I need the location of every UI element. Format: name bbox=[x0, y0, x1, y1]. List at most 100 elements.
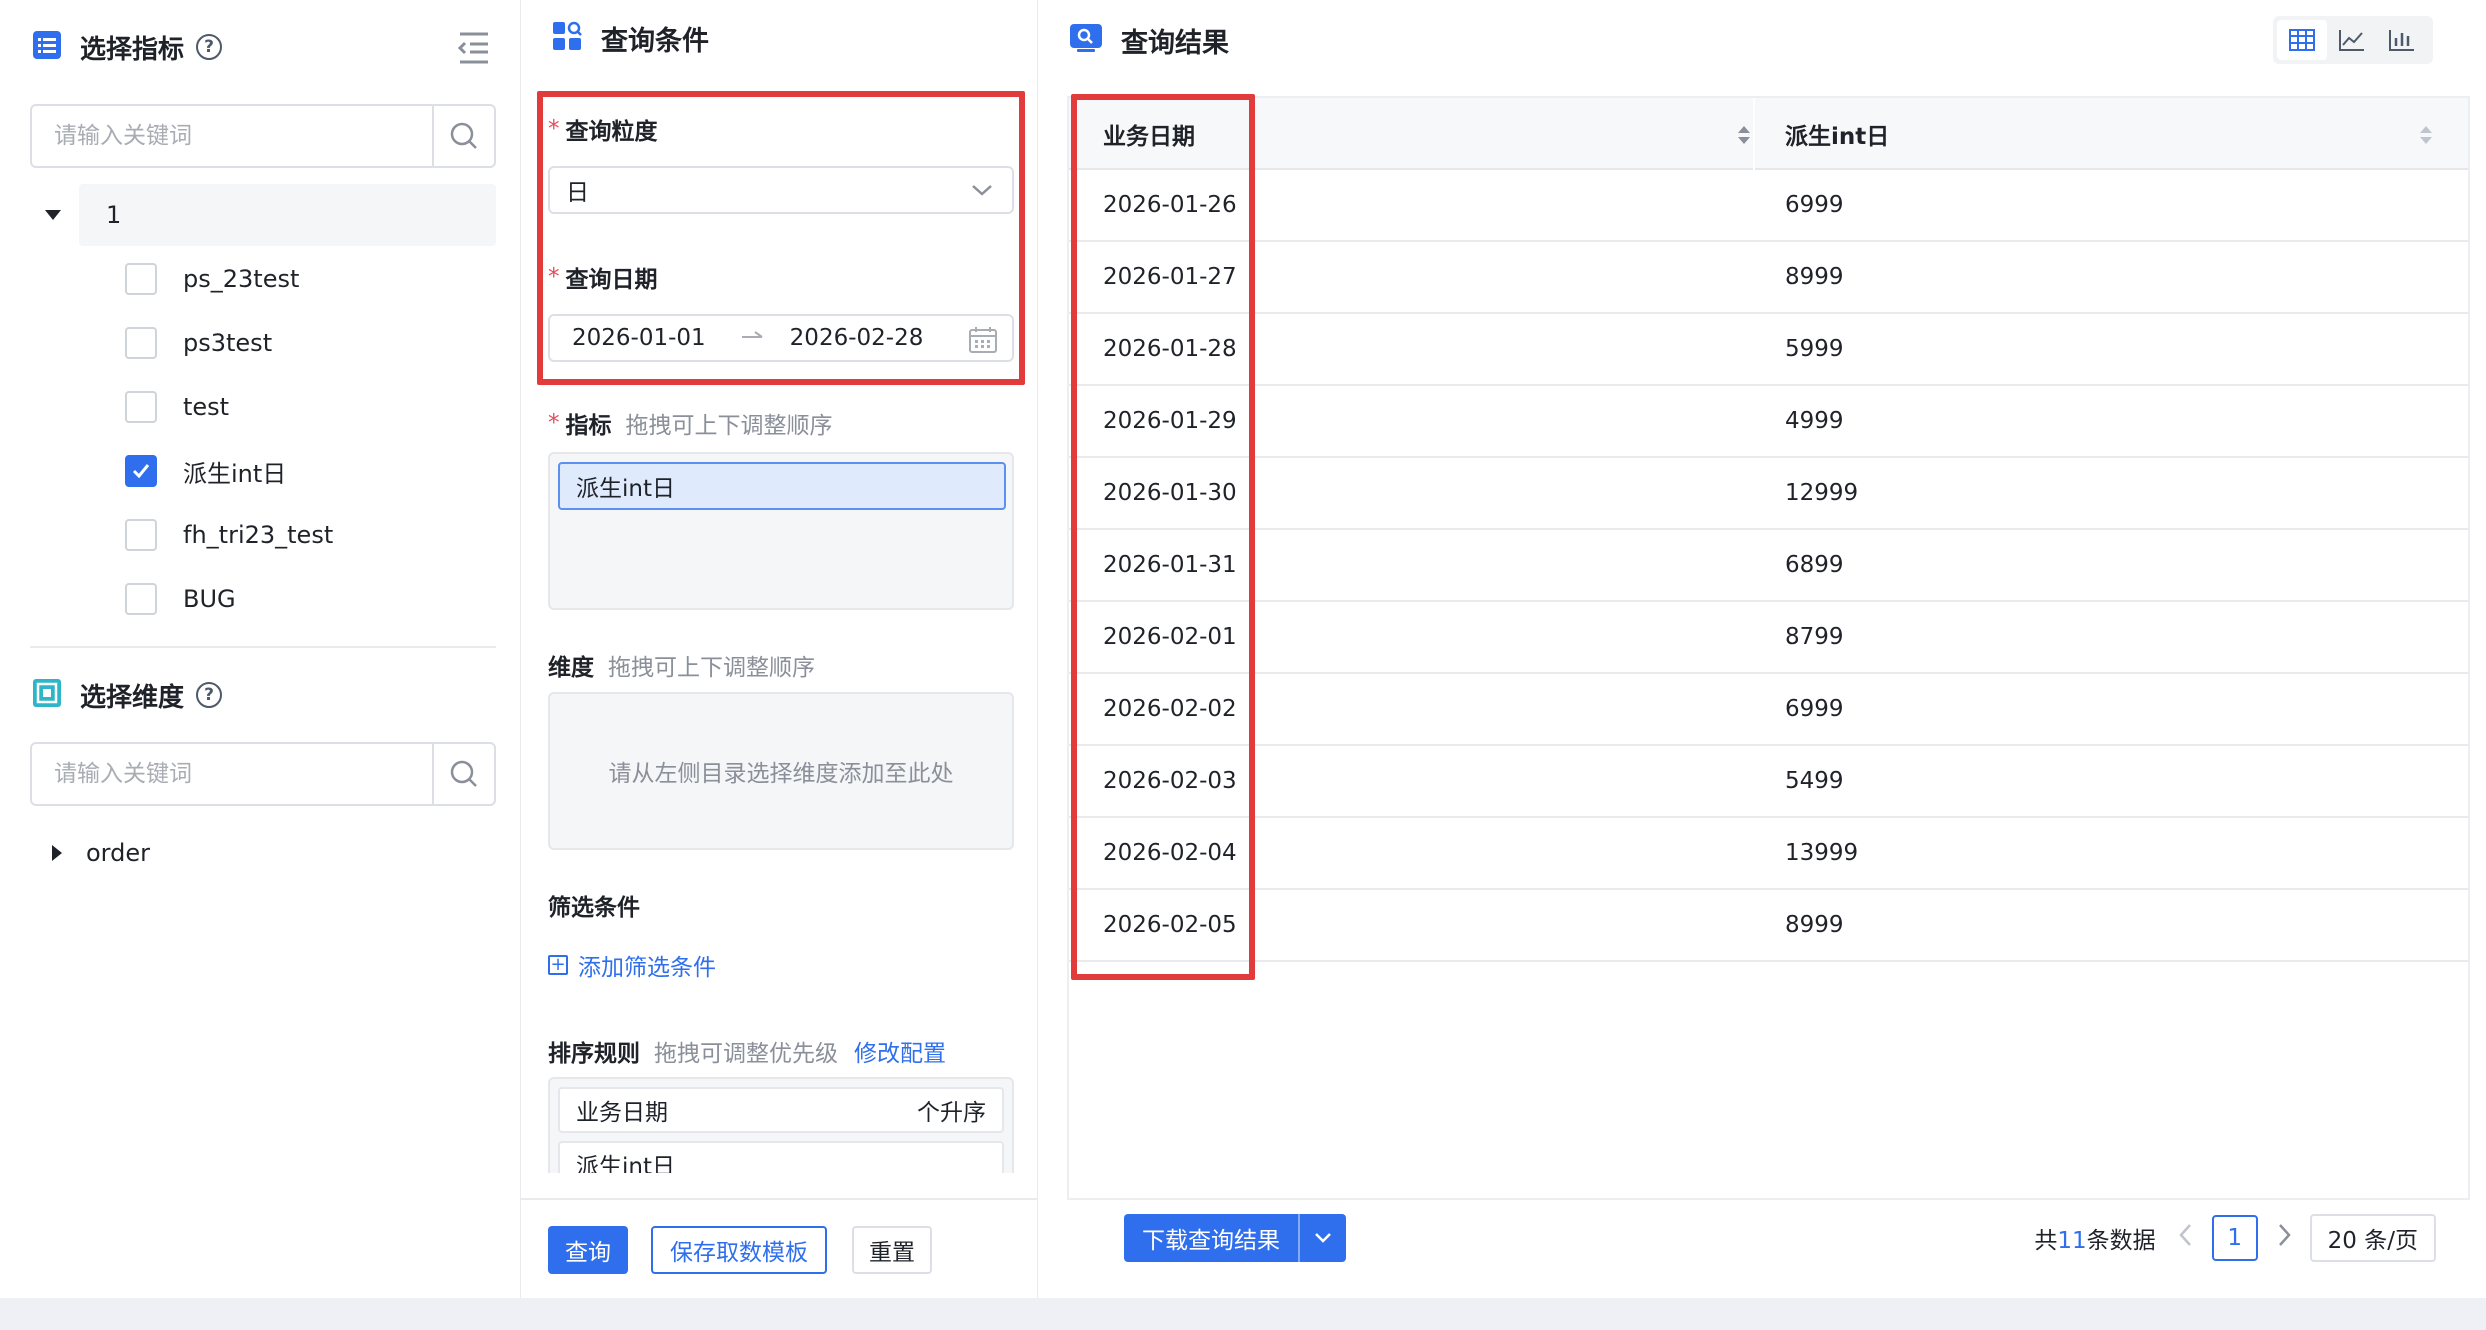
sort-rule-field: 业务日期 bbox=[576, 1100, 668, 1126]
cell-metric-value: 13999 bbox=[1785, 840, 1859, 866]
table-row: 2026-02-01 8799 bbox=[1069, 602, 2468, 674]
metric-label: ps_23test bbox=[183, 265, 300, 293]
highlight-box bbox=[1071, 94, 1255, 980]
line-chart-view-button[interactable] bbox=[2327, 20, 2377, 60]
cell-metric-value: 4999 bbox=[1785, 408, 1844, 434]
metric-item[interactable]: ps_23test bbox=[125, 259, 299, 299]
add-filter-text: 添加筛选条件 bbox=[578, 955, 716, 981]
query-icon bbox=[551, 20, 583, 56]
dimensions-search-input[interactable] bbox=[32, 744, 432, 804]
metric-item[interactable]: fh_tri23_test bbox=[125, 515, 333, 555]
metrics-section-title: 选择指标 bbox=[80, 34, 185, 65]
table-row: 2026-02-03 5499 bbox=[1069, 746, 2468, 818]
metric-item[interactable]: test bbox=[125, 387, 229, 427]
catalog-panel: 选择指标 ? 1 bbox=[0, 0, 521, 1298]
selected-metric-chip[interactable]: 派生int日 bbox=[558, 462, 1006, 510]
granularity-select[interactable]: 日 bbox=[548, 166, 1014, 214]
date-start[interactable]: 2026-01-01 bbox=[572, 325, 706, 351]
required-mark: * bbox=[548, 116, 560, 142]
metric-checkbox[interactable] bbox=[125, 583, 157, 615]
query-conditions-header: 查询条件 bbox=[551, 16, 709, 60]
collapse-panel-icon[interactable] bbox=[454, 30, 494, 66]
sort-rule-item[interactable]: 业务日期 个升序 bbox=[558, 1087, 1004, 1133]
download-options-button[interactable] bbox=[1298, 1214, 1346, 1262]
page-size-select[interactable]: 20 条/页 bbox=[2309, 1214, 2436, 1262]
query-actions: 查询 保存取数模板 重置 bbox=[521, 1198, 1038, 1298]
caret-right-icon[interactable] bbox=[52, 845, 62, 861]
sort-rule-item[interactable]: 派生int日 bbox=[558, 1141, 1004, 1173]
metric-item[interactable]: BUG bbox=[125, 579, 236, 619]
metrics-search-button[interactable] bbox=[432, 106, 494, 166]
table-row: 2026-01-28 5999 bbox=[1069, 314, 2468, 386]
sort-field-label: 排序规则 拖拽可调整优先级 修改配置 bbox=[548, 1034, 946, 1068]
filter-label-text: 筛选条件 bbox=[548, 895, 640, 921]
help-icon[interactable]: ? bbox=[196, 682, 223, 708]
sort-icon[interactable] bbox=[1737, 124, 1751, 146]
next-page-icon[interactable] bbox=[2274, 1221, 2294, 1255]
tree-root-label: 1 bbox=[106, 201, 122, 229]
metric-checkbox[interactable] bbox=[125, 327, 157, 359]
bar-chart-view-button[interactable] bbox=[2377, 20, 2427, 60]
metrics-search bbox=[30, 104, 496, 168]
column-header-metric[interactable]: 派生int日 bbox=[1785, 98, 1889, 170]
required-mark: * bbox=[548, 410, 560, 436]
download-result-button[interactable]: 下载查询结果 bbox=[1124, 1214, 1298, 1262]
metric-item[interactable]: ps3test bbox=[125, 323, 272, 363]
range-arrow-icon bbox=[740, 325, 764, 351]
sort-rule-direction[interactable]: 个升序 bbox=[917, 1093, 986, 1127]
metric-checkbox[interactable] bbox=[125, 391, 157, 423]
total-prefix: 共 bbox=[2034, 1228, 2058, 1254]
date-end[interactable]: 2026-02-28 bbox=[790, 325, 924, 351]
metrics-search-input[interactable] bbox=[32, 106, 432, 166]
sort-icon[interactable] bbox=[2419, 124, 2433, 146]
metric-label: ps3test bbox=[183, 329, 273, 357]
dimensions-search-button[interactable] bbox=[432, 744, 494, 804]
metric-drop-area[interactable]: 派生int日 bbox=[548, 452, 1014, 610]
check-icon bbox=[132, 464, 150, 479]
sort-rule-field: 派生int日 bbox=[576, 1154, 675, 1173]
metric-checkbox[interactable] bbox=[125, 263, 157, 295]
sort-hint: 拖拽可调整优先级 bbox=[654, 1041, 838, 1067]
search-icon bbox=[450, 760, 477, 787]
add-filter-link[interactable]: + 添加筛选条件 bbox=[548, 948, 716, 982]
cell-metric-value: 6899 bbox=[1785, 552, 1844, 578]
save-template-button[interactable]: 保存取数模板 bbox=[651, 1226, 827, 1274]
edit-sort-config-link[interactable]: 修改配置 bbox=[854, 1034, 946, 1068]
date-range-picker[interactable]: 2026-01-01 2026-02-28 bbox=[548, 314, 1014, 362]
total-count: 共11条数据 bbox=[2034, 1221, 2155, 1255]
calendar-icon[interactable] bbox=[968, 326, 998, 360]
query-result-panel: 查询结果 业务日期 派生int日 2026-01-26 6999 2026-01… bbox=[1039, 0, 2486, 1298]
table-row: 2026-02-05 8999 bbox=[1069, 890, 2468, 962]
help-icon[interactable]: ? bbox=[196, 34, 223, 60]
search-icon bbox=[450, 122, 477, 149]
reset-button[interactable]: 重置 bbox=[852, 1226, 932, 1274]
metric-label: fh_tri23_test bbox=[183, 521, 334, 549]
cell-metric-value: 12999 bbox=[1785, 480, 1859, 506]
metric-field-label: * 指标 拖拽可上下调整顺序 bbox=[548, 406, 833, 440]
view-switch bbox=[2273, 16, 2433, 64]
prev-page-icon[interactable] bbox=[2176, 1221, 2196, 1255]
caret-down-icon[interactable] bbox=[45, 210, 61, 220]
metric-label: BUG bbox=[183, 585, 236, 613]
metric-tree-root[interactable]: 1 bbox=[36, 184, 496, 246]
dimension-drop-area[interactable]: 请从左侧目录选择维度添加至此处 bbox=[548, 692, 1014, 850]
metric-item[interactable]: 派生int日 bbox=[125, 451, 286, 491]
metric-checkbox-checked[interactable] bbox=[125, 455, 157, 487]
app-window: 选择指标 ? 1 bbox=[0, 0, 2486, 1298]
result-icon bbox=[1069, 23, 1103, 57]
dimension-field-label: 维度 拖拽可上下调整顺序 bbox=[548, 648, 815, 682]
required-mark: * bbox=[548, 264, 560, 290]
metric-checkbox[interactable] bbox=[125, 519, 157, 551]
dimension-group-order[interactable]: order bbox=[40, 836, 150, 870]
result-footer: 下载查询结果 共11条数据 1 20 条/页 bbox=[1067, 1200, 2470, 1298]
cell-metric-value: 6999 bbox=[1785, 696, 1844, 722]
total-number: 11 bbox=[2057, 1228, 2087, 1254]
page-number[interactable]: 1 bbox=[2211, 1215, 2258, 1261]
query-button[interactable]: 查询 bbox=[548, 1226, 628, 1274]
pagination: 共11条数据 1 20 条/页 bbox=[2034, 1214, 2436, 1262]
cell-metric-value: 5499 bbox=[1785, 768, 1844, 794]
table-row: 2026-01-29 4999 bbox=[1069, 386, 2468, 458]
table-view-button[interactable] bbox=[2277, 20, 2327, 60]
table-row: 2026-01-27 8999 bbox=[1069, 242, 2468, 314]
table-icon bbox=[2289, 29, 2315, 51]
